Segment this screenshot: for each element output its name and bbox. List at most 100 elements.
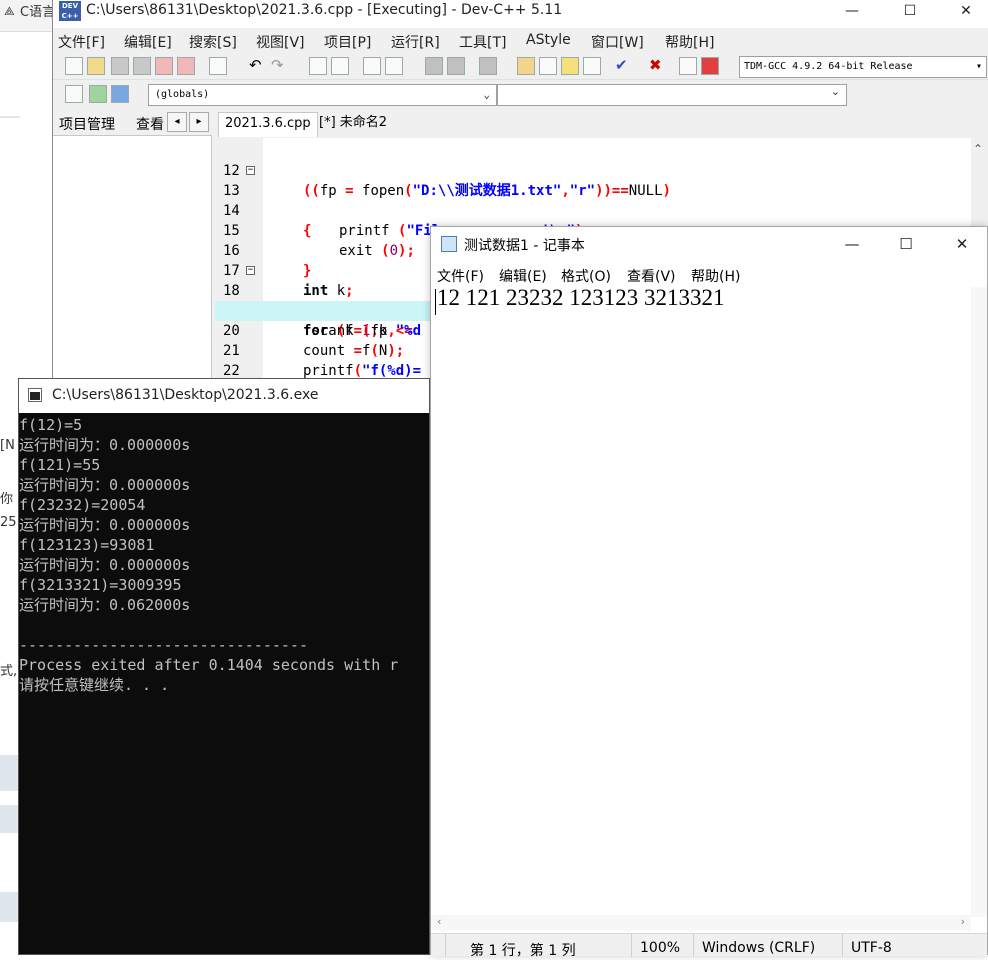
insert-icon[interactable] xyxy=(65,85,83,103)
syntax-check-icon[interactable]: ✔ xyxy=(615,57,633,75)
menu-tools[interactable]: 工具[T] xyxy=(459,32,506,52)
vertical-scrollbar[interactable] xyxy=(971,287,987,917)
console-line: 运行时间为：0.000000s xyxy=(19,476,191,494)
horizontal-scrollbar[interactable]: ‹ › xyxy=(431,915,971,931)
scope-value: (globals) xyxy=(155,89,210,100)
console-line: f(3213321)=3009395 xyxy=(19,576,182,594)
close-file-icon[interactable] xyxy=(155,57,173,75)
scroll-left-icon[interactable]: ◂ xyxy=(167,112,187,132)
project-panel-tabs: 项目管理 查看 ◂ ▸ xyxy=(53,110,212,136)
stop-icon[interactable]: ✖ xyxy=(649,57,667,75)
minimize-button[interactable]: — xyxy=(829,0,875,24)
maximize-button[interactable]: ☐ xyxy=(887,0,933,24)
chevron-down-icon: ⌄ xyxy=(483,88,490,101)
menu-file[interactable]: 文件[F] xyxy=(58,32,105,52)
fold-toggle-icon[interactable]: − xyxy=(246,266,255,275)
debug-icon[interactable] xyxy=(701,57,719,75)
console-line: 运行时间为：0.000000s xyxy=(19,556,191,574)
open-file-icon[interactable] xyxy=(87,57,105,75)
tab-project-manager[interactable]: 项目管理 xyxy=(59,114,115,134)
menu-bar: 文件(F) 编辑(E) 格式(O) 查看(V) 帮助(H) xyxy=(431,263,987,287)
goto-icon[interactable] xyxy=(89,85,107,103)
status-divider xyxy=(693,934,694,957)
menu-help[interactable]: 帮助(H) xyxy=(691,266,740,286)
menu-run[interactable]: 运行[R] xyxy=(391,32,440,52)
redo-icon[interactable]: ↷ xyxy=(271,57,289,75)
unindent-icon[interactable] xyxy=(385,57,403,75)
minimize-button[interactable]: — xyxy=(829,233,875,257)
forward-icon[interactable] xyxy=(447,57,465,75)
new-file-icon[interactable] xyxy=(65,57,83,75)
browser-tab-label: C语言 xyxy=(20,5,56,20)
indent-icon[interactable] xyxy=(363,57,381,75)
status-divider xyxy=(445,934,446,957)
compile-run-icon[interactable] xyxy=(561,57,579,75)
maximize-button[interactable]: ☐ xyxy=(883,233,929,257)
console-titlebar[interactable]: C:\Users\86131\Desktop\2021.3.6.exe xyxy=(19,379,429,413)
print-icon[interactable] xyxy=(209,57,227,75)
menu-view[interactable]: 查看(V) xyxy=(627,266,676,286)
compiler-value: TDM-GCC 4.9.2 64-bit Release xyxy=(744,61,913,72)
replace-icon[interactable] xyxy=(331,57,349,75)
notepad-window: 测试数据1 - 记事本 — ☐ ✕ 文件(F) 编辑(E) 格式(O) 查看(V… xyxy=(430,226,988,959)
console-line: f(123123)=93081 xyxy=(19,536,155,554)
menu-search[interactable]: 搜索[S] xyxy=(189,32,237,52)
chevron-up-icon[interactable]: ⌃ xyxy=(973,142,983,156)
fold-toggle-icon[interactable]: − xyxy=(246,166,255,175)
close-button[interactable]: ✕ xyxy=(939,233,985,257)
find-icon[interactable] xyxy=(309,57,327,75)
console-line: 运行时间为：0.000000s xyxy=(19,436,191,454)
devcpp-titlebar[interactable]: DEV C++ C:\Users\86131\Desktop\2021.3.6.c… xyxy=(53,0,988,28)
run-icon[interactable] xyxy=(539,57,557,75)
console-icon xyxy=(28,388,42,402)
background-browser-tab[interactable]: ⟁ C语言 xyxy=(0,0,60,32)
bookmark-icon[interactable] xyxy=(479,57,497,75)
console-line: 请按任意键继续. . . xyxy=(19,676,170,694)
function-select[interactable]: ⌄ xyxy=(497,84,847,106)
console-line: -------------------------------- xyxy=(19,636,308,654)
compile-icon[interactable] xyxy=(517,57,535,75)
menu-edit[interactable]: 编辑[E] xyxy=(124,32,172,52)
toggle-icon[interactable] xyxy=(111,85,129,103)
save-all-icon[interactable] xyxy=(133,57,151,75)
chevron-left-icon[interactable]: ‹ xyxy=(437,915,441,928)
tab-view[interactable]: 查看 xyxy=(136,114,164,134)
back-icon[interactable] xyxy=(425,57,443,75)
menu-file[interactable]: 文件(F) xyxy=(437,266,484,286)
save-icon[interactable] xyxy=(111,57,129,75)
background-text-fragment: 25 xyxy=(0,515,17,530)
close-all-icon[interactable] xyxy=(177,57,195,75)
text-area[interactable]: 12 121 23232 123123 3213321 xyxy=(437,285,725,311)
menu-help[interactable]: 帮助[H] xyxy=(665,32,714,52)
class-toolbar: (globals) ⌄ ⌄ xyxy=(53,82,988,108)
tab-untitled[interactable]: [*] 未命名2 xyxy=(313,112,393,136)
scroll-right-icon[interactable]: ▸ xyxy=(189,112,209,132)
status-divider xyxy=(842,934,843,957)
console-line: f(12)=5 xyxy=(19,416,83,434)
scope-select[interactable]: (globals) ⌄ xyxy=(148,84,497,106)
code-line: 14 printf ("File open error!\n"); xyxy=(223,203,592,239)
text-caret xyxy=(435,289,436,315)
menu-window[interactable]: 窗口[W] xyxy=(591,32,644,52)
profile-icon[interactable] xyxy=(679,57,697,75)
tab-source-file[interactable]: 2021.3.6.cpp xyxy=(218,112,318,137)
notepad-titlebar[interactable]: 测试数据1 - 记事本 — ☐ ✕ xyxy=(431,227,987,261)
rebuild-icon[interactable] xyxy=(583,57,601,75)
menu-project[interactable]: 项目[P] xyxy=(324,32,371,52)
console-window[interactable]: C:\Users\86131\Desktop\2021.3.6.exe f(12… xyxy=(18,378,430,955)
main-toolbar: ↶ ↷ ✔ ✖ TDM-GCC 4.9.2 64-bit Release ▾ xyxy=(53,54,988,80)
chevron-right-icon[interactable]: › xyxy=(961,915,965,928)
status-bar: 第 1 行，第 1 列 100% Windows (CRLF) UTF-8 xyxy=(431,933,987,959)
console-line: f(23232)=20054 xyxy=(19,496,146,514)
background-list-row xyxy=(0,755,20,791)
menu-edit[interactable]: 编辑(E) xyxy=(499,266,547,286)
menu-view[interactable]: 视图[V] xyxy=(256,32,305,52)
menu-format[interactable]: 格式(O) xyxy=(561,266,611,286)
compiler-select[interactable]: TDM-GCC 4.9.2 64-bit Release ▾ xyxy=(739,56,987,78)
undo-icon[interactable]: ↶ xyxy=(249,57,267,75)
menu-astyle[interactable]: AStyle xyxy=(526,32,571,48)
console-line: Process exited after 0.1404 seconds with… xyxy=(19,656,399,674)
console-output: f(12)=5 运行时间为：0.000000s f(121)=55 运行时间为：… xyxy=(19,415,429,695)
close-button[interactable]: ✕ xyxy=(943,0,988,24)
